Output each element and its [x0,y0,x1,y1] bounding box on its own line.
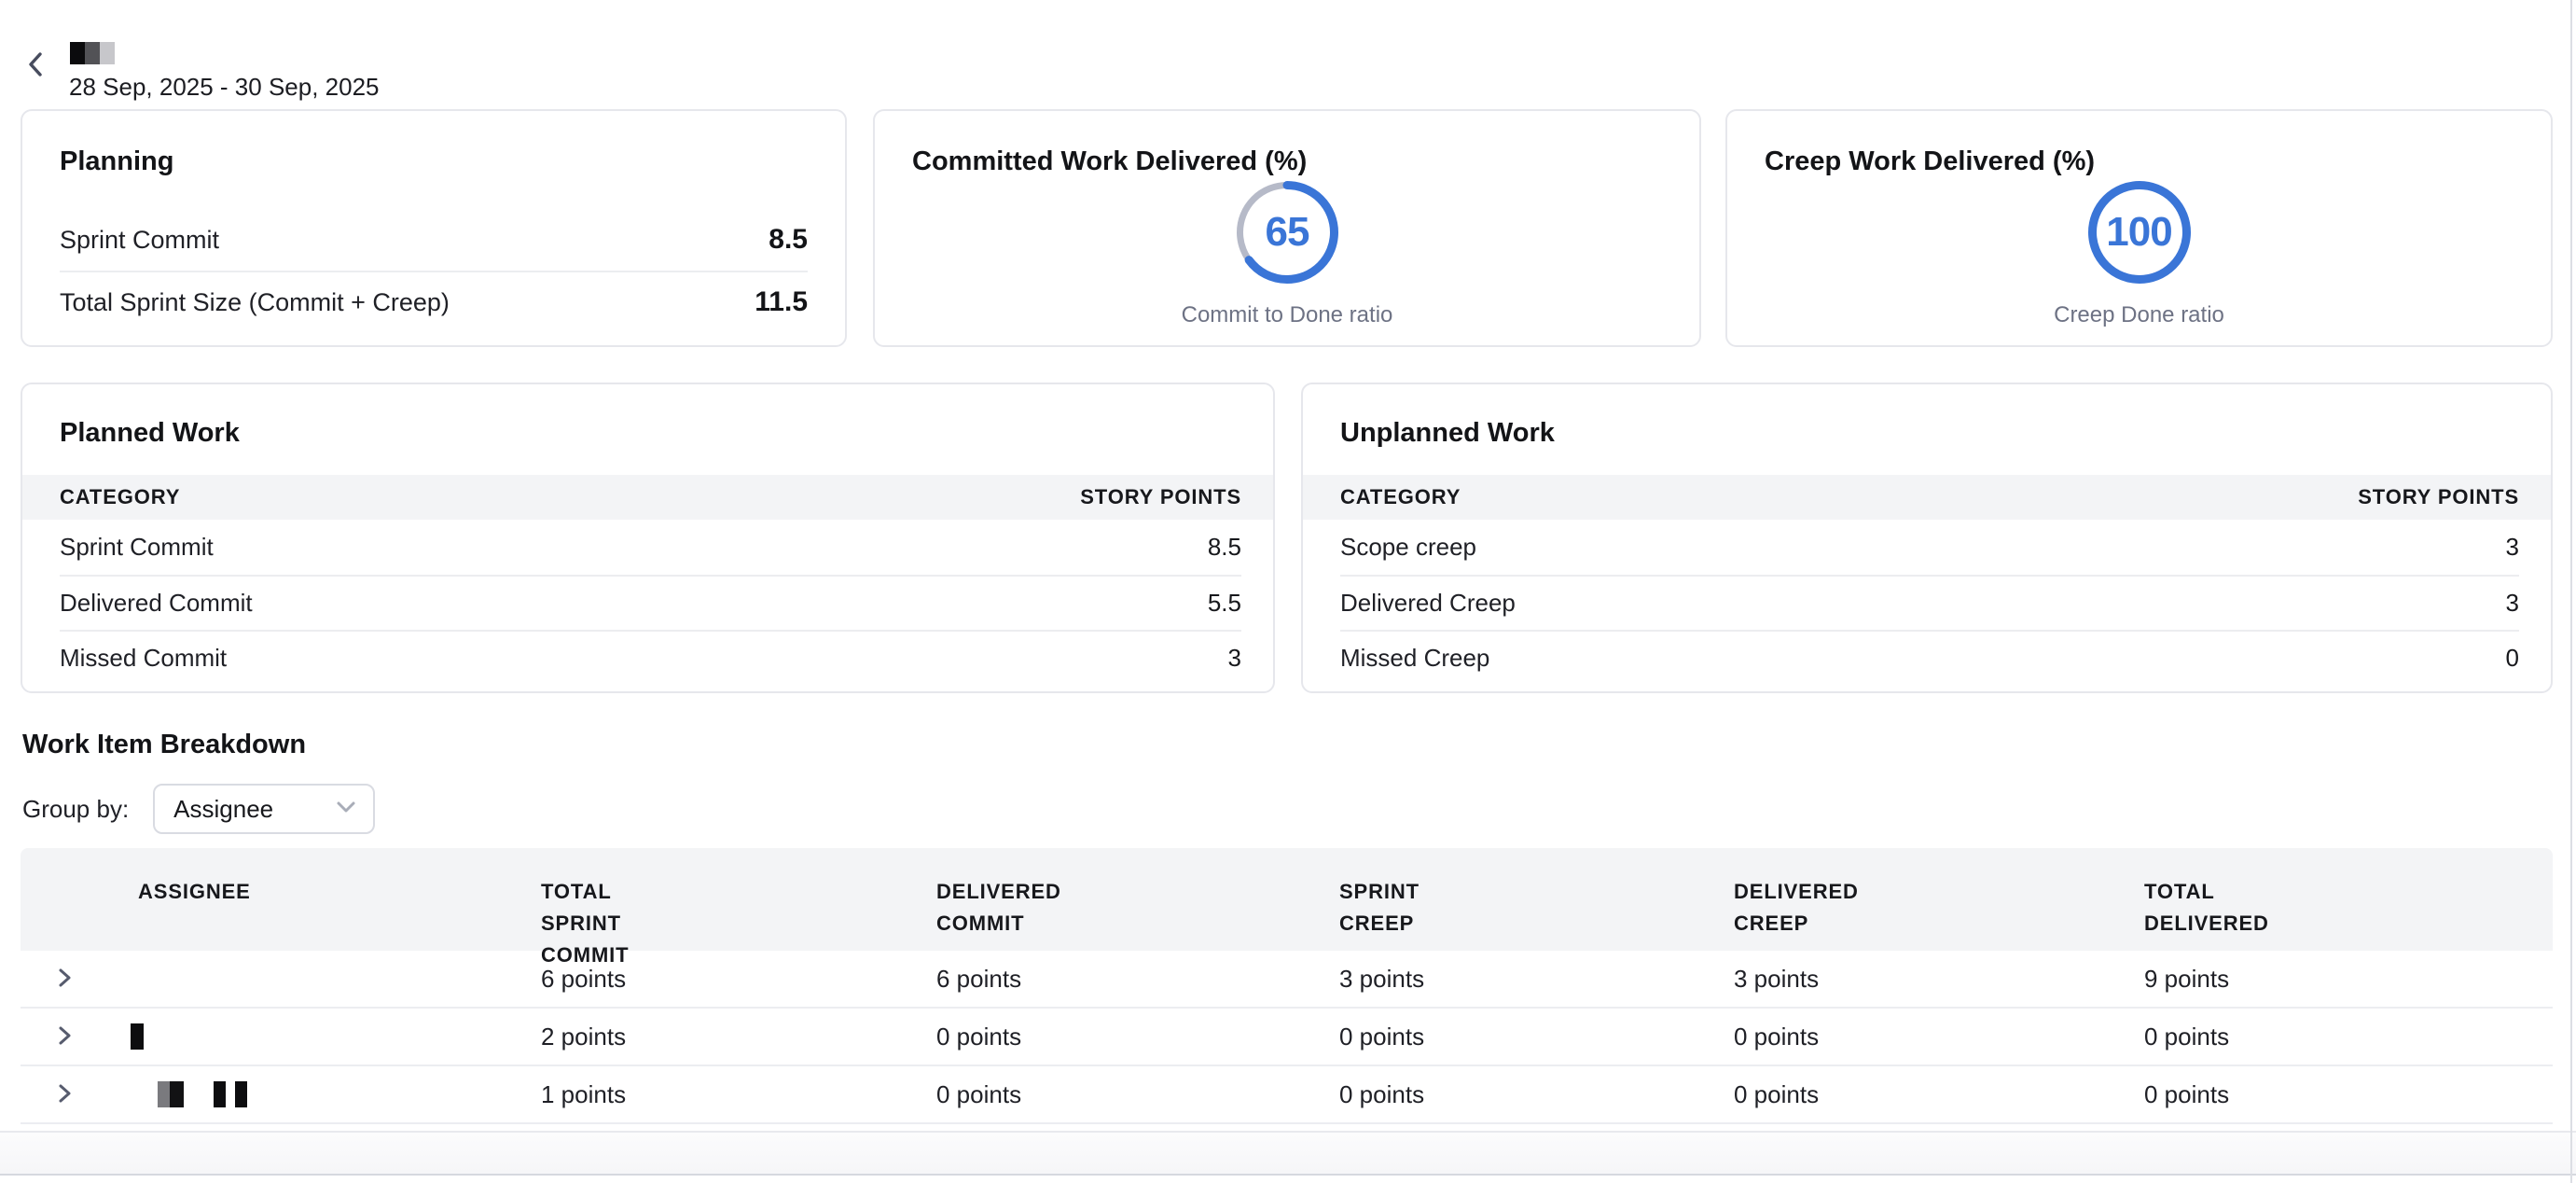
category-cell: Sprint Commit [60,533,214,562]
assignee-name-redacted [158,1081,247,1107]
table-row: 2 points 0 points 0 points 0 points 0 po… [21,1009,2553,1066]
story-points-column-header: STORY POINTS [1080,485,1241,509]
assignee-name-redacted [131,1023,144,1050]
points-cell: 8.5 [1208,533,1241,562]
creep-gauge-value: 100 [2088,181,2191,284]
delivered-commit-cell: 0 points [936,1080,1339,1109]
group-by-selected-value: Assignee [173,795,273,824]
planning-row-sprint-commit: Sprint Commit 8.5 [60,209,808,271]
committed-card-title: Committed Work Delivered (%) [912,146,1662,177]
chevron-down-icon [336,800,356,818]
sprint-creep-cell: 0 points [1339,1023,1734,1051]
assignee-column-header: ASSIGNEE [131,848,541,908]
unplanned-work-header-row: CATEGORY STORY POINTS [1303,475,2551,520]
total-sprint-commit-column-header: TOTAL SPRINT COMMIT [541,848,936,971]
planning-row-value: 11.5 [755,286,808,318]
creep-work-delivered-card: Creep Work Delivered (%) 100 Creep Done … [1725,109,2553,347]
planning-card: Planning Sprint Commit 8.5 Total Sprint … [21,109,847,347]
bottom-divider [0,1174,2576,1176]
planning-row-value: 8.5 [769,224,808,256]
unplanned-work-title: Unplanned Work [1303,384,2551,475]
sprint-creep-cell: 3 points [1339,965,1734,994]
table-row: 1 points 0 points 0 points 0 points 0 po… [21,1066,2553,1124]
expand-row-button[interactable] [21,1009,131,1065]
committed-gauge-ring: 65 [1236,181,1338,284]
category-cell: Delivered Creep [1340,589,1516,618]
table-row: Scope creep 3 [1340,520,2519,575]
group-by-dropdown[interactable]: Assignee [153,784,375,834]
expand-row-button[interactable] [21,1066,131,1122]
category-cell: Delivered Commit [60,589,253,618]
delivered-creep-cell: 0 points [1734,1023,2144,1051]
right-edge-divider [2570,0,2572,1183]
points-cell: 3 [2506,589,2519,618]
points-cell: 5.5 [1208,589,1241,618]
work-item-breakdown-title: Work Item Breakdown [22,730,306,760]
creep-gauge-ring: 100 [2088,181,2191,284]
planned-work-card: Planned Work CATEGORY STORY POINTS Sprin… [21,383,1275,693]
planned-work-title: Planned Work [22,384,1273,475]
table-row: Sprint Commit 8.5 [60,520,1241,575]
total-delivered-cell: 0 points [2144,1023,2553,1051]
sprint-report-page: 28 Sep, 2025 - 30 Sep, 2025 Planning Spr… [0,0,2576,1183]
sprint-date-range: 28 Sep, 2025 - 30 Sep, 2025 [69,73,380,102]
total-delivered-column-header: TOTAL DELIVERED [2144,848,2553,939]
total-sprint-commit-cell: 1 points [541,1080,936,1109]
assignee-cell [131,1009,541,1065]
chevron-right-icon [56,1024,73,1050]
chevron-left-icon [24,50,48,81]
back-button[interactable] [21,49,52,82]
points-cell: 0 [2506,644,2519,673]
planning-row-label: Sprint Commit [60,226,219,255]
sprint-creep-cell: 0 points [1339,1080,1734,1109]
planned-work-header-row: CATEGORY STORY POINTS [22,475,1273,520]
group-by-label: Group by: [22,795,129,824]
table-row: Missed Commit 3 [60,630,1241,685]
delivered-creep-column-header: DELIVERED CREEP [1734,848,2144,939]
assignee-cell [131,1066,541,1122]
creep-gauge-caption: Creep Done ratio [2054,302,2224,328]
total-delivered-cell: 0 points [2144,1080,2553,1109]
table-row: Delivered Creep 3 [1340,575,2519,630]
delivered-creep-cell: 0 points [1734,1080,2144,1109]
table-row: Missed Creep 0 [1340,630,2519,685]
chevron-right-icon [56,967,73,992]
chevron-right-icon [56,1082,73,1107]
points-cell: 3 [1228,644,1241,673]
total-delivered-cell: 9 points [2144,965,2553,994]
delivered-creep-cell: 3 points [1734,965,2144,994]
group-by-control: Group by: Assignee [22,784,375,834]
planning-row-label: Total Sprint Size (Commit + Creep) [60,288,450,317]
category-column-header: CATEGORY [60,485,180,509]
assignee-cell [131,951,541,1007]
committed-gauge-caption: Commit to Done ratio [1182,302,1393,328]
category-cell: Missed Creep [1340,644,1489,673]
creep-card-title: Creep Work Delivered (%) [1765,146,2514,177]
unplanned-work-card: Unplanned Work CATEGORY STORY POINTS Sco… [1301,383,2553,693]
category-column-header: CATEGORY [1340,485,1461,509]
delivered-commit-cell: 0 points [936,1023,1339,1051]
story-points-column-header: STORY POINTS [2358,485,2519,509]
delivered-commit-column-header: DELIVERED COMMIT [936,848,1339,939]
expand-row-button[interactable] [21,951,131,1007]
table-row: Delivered Commit 5.5 [60,575,1241,630]
table-row: 6 points 6 points 3 points 3 points 9 po… [21,951,2553,1009]
committed-work-delivered-card: Committed Work Delivered (%) 65 Commit t… [873,109,1701,347]
delivered-commit-cell: 6 points [936,965,1339,994]
committed-gauge-value: 65 [1236,181,1338,284]
breakdown-header-row: ASSIGNEE TOTAL SPRINT COMMIT DELIVERED C… [21,848,2553,951]
points-cell: 3 [2506,533,2519,562]
planning-card-title: Planning [60,146,808,177]
sprint-creep-column-header: SPRINT CREEP [1339,848,1734,939]
planning-row-total-sprint-size: Total Sprint Size (Commit + Creep) 11.5 [60,271,808,332]
category-cell: Missed Commit [60,644,227,673]
sprint-title-redacted [70,42,115,64]
total-sprint-commit-cell: 2 points [541,1023,936,1051]
work-item-breakdown-table: ASSIGNEE TOTAL SPRINT COMMIT DELIVERED C… [21,848,2553,1124]
total-sprint-commit-cell: 6 points [541,965,936,994]
page-bottom-strip [0,1131,2576,1174]
category-cell: Scope creep [1340,533,1476,562]
